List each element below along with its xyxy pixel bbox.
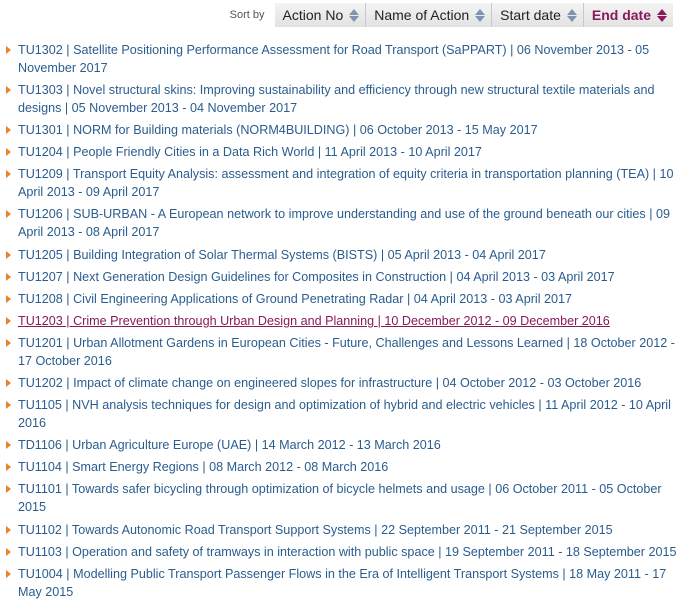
- bullet-arrow-icon: [6, 126, 11, 135]
- bullet-arrow-icon: [6, 210, 11, 219]
- sort-button-label: Name of Action: [374, 7, 470, 23]
- bullet-arrow-icon: [6, 525, 11, 534]
- bullet-arrow-icon: [6, 86, 11, 95]
- action-link[interactable]: TU1206 | SUB-URBAN - A European network …: [18, 207, 670, 239]
- list-item: TU1201 | Urban Allotment Gardens in Euro…: [0, 334, 678, 370]
- bullet-arrow-icon: [6, 170, 11, 179]
- bullet-arrow-icon: [6, 463, 11, 472]
- action-link[interactable]: TU1004 | Modelling Public Transport Pass…: [18, 567, 666, 599]
- sort-arrows-icon: [349, 8, 360, 22]
- list-item: TU1208 | Civil Engineering Applications …: [0, 290, 678, 308]
- bullet-arrow-icon: [6, 569, 11, 578]
- action-link[interactable]: TU1207 | Next Generation Design Guidelin…: [18, 270, 615, 284]
- list-item: TU1209 | Transport Equity Analysis: asse…: [0, 165, 678, 201]
- list-item: TU1004 | Modelling Public Transport Pass…: [0, 565, 678, 601]
- bullet-arrow-icon: [6, 379, 11, 388]
- bullet-arrow-icon: [6, 547, 11, 556]
- list-item: TU1204 | People Friendly Cities in a Dat…: [0, 143, 678, 161]
- action-list: TU1302 | Satellite Positioning Performan…: [0, 41, 678, 605]
- bullet-arrow-icon: [6, 485, 11, 494]
- list-item: TU1207 | Next Generation Design Guidelin…: [0, 268, 678, 286]
- action-link[interactable]: TU1101 | Towards safer bicycling through…: [18, 482, 662, 514]
- action-link[interactable]: TU1209 | Transport Equity Analysis: asse…: [18, 167, 673, 199]
- bullet-arrow-icon: [6, 441, 11, 450]
- sort-name-of-action-button[interactable]: Name of Action: [365, 3, 492, 27]
- sort-arrows-icon: [566, 8, 577, 22]
- bullet-arrow-icon: [6, 401, 11, 410]
- list-item: TU1104 | Smart Energy Regions | 08 March…: [0, 458, 678, 476]
- action-link[interactable]: TU1303 | Novel structural skins: Improvi…: [18, 83, 655, 115]
- list-item: TU1302 | Satellite Positioning Performan…: [0, 41, 678, 77]
- sort-button-label: Action No: [282, 7, 344, 23]
- list-item: TD1106 | Urban Agriculture Europe (UAE) …: [0, 436, 678, 454]
- bullet-arrow-icon: [6, 316, 11, 325]
- action-link[interactable]: TU1201 | Urban Allotment Gardens in Euro…: [18, 336, 675, 368]
- list-item: TU1105 | NVH analysis techniques for des…: [0, 396, 678, 432]
- bullet-arrow-icon: [6, 294, 11, 303]
- action-link[interactable]: TU1104 | Smart Energy Regions | 08 March…: [18, 460, 388, 474]
- action-link[interactable]: TU1103 | Operation and safety of tramway…: [18, 545, 677, 559]
- sort-button-label: Start date: [500, 7, 561, 23]
- list-item: TU1303 | Novel structural skins: Improvi…: [0, 81, 678, 117]
- list-item: TU1102 | Towards Autonomic Road Transpor…: [0, 521, 678, 539]
- action-link[interactable]: TU1302 | Satellite Positioning Performan…: [18, 43, 649, 75]
- list-item: TU1205 | Building Integration of Solar T…: [0, 246, 678, 264]
- sort-end-date-button[interactable]: End date: [582, 3, 673, 27]
- bullet-arrow-icon: [6, 250, 11, 259]
- list-item: TU1203 | Crime Prevention through Urban …: [0, 312, 678, 330]
- action-link[interactable]: TU1202 | Impact of climate change on eng…: [18, 376, 641, 390]
- list-item: TU1101 | Towards safer bicycling through…: [0, 480, 678, 516]
- bullet-arrow-icon: [6, 272, 11, 281]
- list-item: TU1206 | SUB-URBAN - A European network …: [0, 205, 678, 241]
- sort-start-date-button[interactable]: Start date: [491, 3, 583, 27]
- list-item: TU1103 | Operation and safety of tramway…: [0, 543, 678, 561]
- sort-button-label: End date: [591, 7, 651, 23]
- sort-by-label: Sort by: [229, 9, 265, 21]
- action-link[interactable]: TU1208 | Civil Engineering Applications …: [18, 292, 572, 306]
- action-link[interactable]: TU1301 | NORM for Building materials (NO…: [18, 123, 538, 137]
- action-link[interactable]: TU1204 | People Friendly Cities in a Dat…: [18, 145, 482, 159]
- action-link[interactable]: TU1203 | Crime Prevention through Urban …: [18, 314, 610, 328]
- action-link[interactable]: TU1205 | Building Integration of Solar T…: [18, 248, 546, 262]
- sort-bar: Sort by Action No Name of Action Start d…: [230, 3, 673, 27]
- sort-action-no-button[interactable]: Action No: [274, 3, 366, 27]
- action-link[interactable]: TU1102 | Towards Autonomic Road Transpor…: [18, 523, 613, 537]
- bullet-arrow-icon: [6, 46, 11, 54]
- action-link[interactable]: TU1105 | NVH analysis techniques for des…: [18, 398, 671, 430]
- sort-arrows-icon: [475, 8, 486, 22]
- bullet-arrow-icon: [6, 148, 11, 157]
- bullet-arrow-icon: [6, 338, 11, 347]
- list-item: TU1301 | NORM for Building materials (NO…: [0, 121, 678, 139]
- sort-arrows-icon: [657, 8, 667, 22]
- list-item: TU1202 | Impact of climate change on eng…: [0, 374, 678, 392]
- action-link[interactable]: TD1106 | Urban Agriculture Europe (UAE) …: [18, 438, 441, 452]
